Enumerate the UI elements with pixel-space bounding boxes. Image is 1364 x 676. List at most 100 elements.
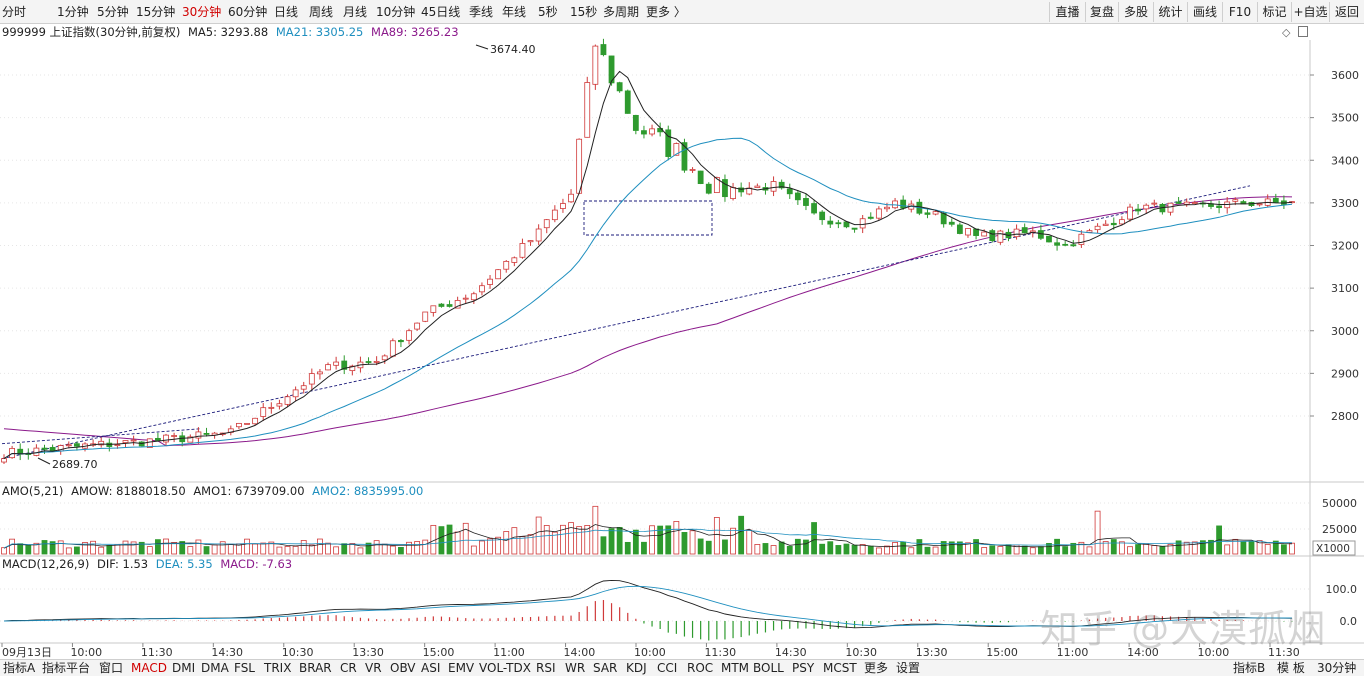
indicator-tab[interactable]: ASI: [421, 660, 440, 676]
indicator-tab[interactable]: MCST: [823, 660, 857, 676]
indicator-tab[interactable]: 模 板: [1277, 660, 1305, 676]
volume-bar: [1110, 539, 1117, 555]
volume-bar: [1062, 546, 1069, 555]
volume-bars: [1, 505, 1295, 555]
volume-bar: [543, 525, 550, 555]
toolbar-button[interactable]: 直播: [1049, 2, 1085, 22]
period-tab[interactable]: 15分钟: [136, 3, 175, 21]
volume-bar: [268, 541, 275, 555]
candle-body: [349, 365, 356, 372]
period-tab[interactable]: 多周期: [603, 3, 639, 21]
price-legend: 999999 上证指数(30分钟,前复权) MA5: 3293.88 MA21:…: [2, 24, 463, 40]
period-tab[interactable]: 15秒: [570, 3, 597, 21]
period-tab[interactable]: 更多 〉: [646, 3, 686, 21]
toolbar-button[interactable]: +自选: [1291, 2, 1329, 22]
volume-bar: [535, 516, 542, 555]
volume-bar: [1216, 525, 1222, 555]
toolbar-button[interactable]: 多股: [1118, 2, 1153, 22]
toolbar-button[interactable]: 画线: [1187, 2, 1222, 22]
indicator-tab[interactable]: SAR: [593, 660, 617, 676]
indicator-tab[interactable]: FSL: [234, 660, 255, 676]
indicator-tab[interactable]: CR: [340, 660, 357, 676]
volume-bar: [1264, 543, 1271, 555]
volume-bar: [754, 544, 761, 555]
toolbar-button[interactable]: 返回: [1329, 2, 1364, 22]
candle-body: [381, 355, 388, 361]
indicator-tab[interactable]: VOL-TDX: [479, 660, 531, 676]
period-tab[interactable]: 日线: [274, 3, 298, 21]
period-tab[interactable]: 5分钟: [97, 3, 129, 21]
candle-body: [713, 176, 720, 194]
time-tick-label: 10:00: [634, 646, 666, 659]
indicator-tab[interactable]: BRAR: [299, 660, 332, 676]
candle-body: [1191, 202, 1198, 204]
kline-chart[interactable]: 3600 3500 3400 3300 3200 3100 3000 2900 2800 3674…: [0, 0, 1364, 676]
indicator-tab[interactable]: DMA: [201, 660, 229, 676]
candle-body: [900, 199, 907, 209]
period-tab[interactable]: 10分钟: [376, 3, 415, 21]
indicator-tab[interactable]: 设置: [896, 660, 920, 676]
indicator-tab[interactable]: KDJ: [626, 660, 647, 676]
indicator-tab[interactable]: PSY: [792, 660, 814, 676]
candle-body: [786, 188, 793, 195]
indicator-tab[interactable]: ROC: [687, 660, 713, 676]
period-tab[interactable]: 45日线: [421, 3, 460, 21]
toolbar-button[interactable]: F10: [1222, 2, 1257, 22]
volume-bar: [41, 540, 48, 555]
period-tab[interactable]: 分时: [2, 3, 26, 21]
volume-bar: [300, 540, 307, 555]
candle-body: [179, 435, 186, 443]
period-tab[interactable]: 月线: [343, 3, 367, 21]
indicator-tab[interactable]: WR: [565, 660, 585, 676]
indicator-tab[interactable]: VR: [365, 660, 382, 676]
period-tab[interactable]: 60分钟: [228, 3, 267, 21]
indicator-tab[interactable]: MTM: [721, 660, 749, 676]
indicator-tab[interactable]: 指标B: [1233, 660, 1265, 676]
indicator-tab[interactable]: MACD: [131, 660, 167, 676]
indicator-tab[interactable]: EMV: [448, 660, 474, 676]
window-restore-icon[interactable]: [1298, 26, 1308, 37]
indicator-tab[interactable]: 指标平台: [42, 660, 90, 676]
candle-body: [916, 201, 923, 214]
time-tick-label: 14:00: [564, 646, 596, 659]
indicator-tab[interactable]: 窗口: [99, 660, 123, 676]
candle-body: [1240, 201, 1247, 205]
time-tick-label: 14:30: [775, 646, 807, 659]
volume-bar: [25, 545, 32, 555]
indicator-tab[interactable]: 30分钟: [1317, 660, 1356, 676]
ma5-line: [3, 70, 1293, 460]
chart-style-icon[interactable]: ◇: [1282, 26, 1290, 39]
period-tab[interactable]: 周线: [309, 3, 333, 21]
volume-bar: [163, 538, 169, 555]
macd-value: MACD: -7.63: [220, 557, 293, 571]
indicator-tab[interactable]: CCI: [657, 660, 677, 676]
period-tab[interactable]: 5秒: [538, 3, 558, 21]
indicator-tab[interactable]: RSI: [536, 660, 556, 676]
candle-body: [600, 44, 607, 56]
toolbar-button[interactable]: 复盘: [1085, 2, 1118, 22]
indicator-tab[interactable]: 指标A: [3, 660, 35, 676]
indicator-tab[interactable]: DMI: [172, 660, 195, 676]
indicator-tab[interactable]: 更多: [864, 660, 888, 676]
candle-body: [794, 192, 801, 201]
candle-body: [543, 219, 550, 229]
period-tab[interactable]: 年线: [502, 3, 526, 21]
indicator-tab[interactable]: TRIX: [264, 660, 291, 676]
indicator-tab[interactable]: OBV: [390, 660, 416, 676]
candle-body: [1135, 208, 1141, 212]
volume-bar: [503, 531, 510, 555]
volume-bar: [1, 547, 7, 555]
period-tab[interactable]: 季线: [469, 3, 493, 21]
candle-body: [33, 447, 40, 456]
volume-bar: [1102, 541, 1109, 555]
candle-body: [462, 297, 469, 300]
period-tab[interactable]: 1分钟: [57, 3, 89, 21]
volume-bar: [592, 505, 599, 555]
indicator-tab[interactable]: BOLL: [753, 660, 784, 676]
toolbar-button[interactable]: 标记: [1257, 2, 1291, 22]
toolbar-button[interactable]: 统计: [1153, 2, 1187, 22]
volume-bar: [146, 546, 153, 555]
period-tab[interactable]: 30分钟: [182, 3, 221, 21]
price-legend-title: 999999 上证指数(30分钟,前复权): [2, 25, 181, 39]
price-tick-label: 3200: [1331, 240, 1359, 253]
